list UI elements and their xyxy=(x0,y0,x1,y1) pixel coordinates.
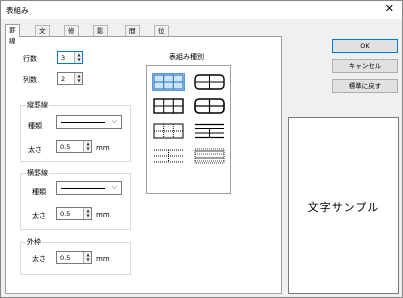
cols-stepper[interactable]: 2 ▲ ▼ xyxy=(57,72,83,85)
dotted-grid-icon xyxy=(154,149,183,163)
rows-value: 3 xyxy=(61,54,66,62)
tab-borders[interactable]: 罫線 xyxy=(5,24,20,45)
horizontal-line-type-select[interactable]: ⌵ xyxy=(56,181,122,195)
spin-down-icon[interactable]: ▼ xyxy=(76,78,82,83)
horizontal-width-value: 0.5 xyxy=(60,210,71,218)
bold-grid-icon xyxy=(153,98,184,114)
outer-width-label: 太さ xyxy=(32,255,46,263)
grid-icon xyxy=(153,74,184,90)
vertical-width-label: 太さ xyxy=(28,146,42,154)
horizontal-width-label: 太さ xyxy=(32,212,46,220)
rounded-bold-grid-icon xyxy=(194,98,225,114)
chevron-down-icon: ⌵ xyxy=(111,183,117,191)
table-dialog: 表組み ✕ 罫線 文字 修飾 影 間隔 位置 行数 3 ▲▼ 列数 2 ▲▼ 縦… xyxy=(0,0,403,298)
horizontal-rule-title: 横罫線 xyxy=(26,168,49,178)
vertical-width-value: 0.5 xyxy=(60,143,71,151)
table-type-option[interactable] xyxy=(152,73,185,91)
table-type-option[interactable] xyxy=(194,123,225,139)
vertical-width-stepper[interactable]: 0.5 ▲ ▼ xyxy=(56,140,92,153)
cols-value: 2 xyxy=(61,75,66,83)
horizontal-width-stepper[interactable]: 0.5 ▲ ▼ xyxy=(56,207,92,220)
table-type-option[interactable] xyxy=(153,98,184,114)
outer-width-unit: mm xyxy=(96,255,110,263)
rows-label: 行数 xyxy=(23,55,37,63)
spin-down-icon[interactable]: ▼ xyxy=(85,257,91,262)
table-type-option[interactable] xyxy=(153,148,184,164)
vertical-line-type-select[interactable]: ⌵ xyxy=(56,115,122,129)
spin-down-icon[interactable]: ▼ xyxy=(85,146,91,151)
title-bar: 表組み ✕ xyxy=(1,1,402,19)
outer-width-value: 0.5 xyxy=(60,254,71,262)
vertical-type-label: 種類 xyxy=(28,122,42,130)
sample-text: 文字サンプル xyxy=(307,201,380,214)
table-type-option[interactable] xyxy=(194,74,225,90)
rounded-grid-icon xyxy=(194,74,225,90)
chevron-down-icon: ⌵ xyxy=(111,117,117,125)
horizontal-lines-icon xyxy=(195,123,224,139)
reset-button[interactable]: 標準に戻す xyxy=(332,79,398,93)
spin-down-icon[interactable]: ▼ xyxy=(85,213,91,218)
text-sample-preview: 文字サンプル xyxy=(288,117,399,294)
table-type-option[interactable] xyxy=(153,123,184,139)
vertical-rule-title: 縦罫線 xyxy=(26,100,49,110)
double-line-grid-icon xyxy=(194,148,225,164)
vertical-width-unit: mm xyxy=(96,144,110,152)
cols-label: 列数 xyxy=(23,76,37,84)
outer-frame-title: 外枠 xyxy=(26,237,42,247)
table-type-list xyxy=(146,65,231,194)
outer-width-stepper[interactable]: 0.5 ▲ ▼ xyxy=(56,251,92,264)
dotted-inner-grid-icon xyxy=(153,123,184,139)
cancel-button[interactable]: キャンセル xyxy=(332,59,398,73)
table-type-title: 表組み種別 xyxy=(169,53,204,61)
horizontal-width-unit: mm xyxy=(96,211,110,219)
rows-stepper[interactable]: 3 ▲ ▼ xyxy=(57,51,83,64)
table-type-option[interactable] xyxy=(194,98,225,114)
window-title: 表組み xyxy=(6,6,29,15)
spin-down-icon[interactable]: ▼ xyxy=(76,57,82,62)
table-type-option[interactable] xyxy=(194,148,225,164)
close-icon[interactable]: ✕ xyxy=(385,3,394,15)
ok-button[interactable]: OK xyxy=(332,39,398,53)
horizontal-type-label: 種類 xyxy=(32,188,46,196)
